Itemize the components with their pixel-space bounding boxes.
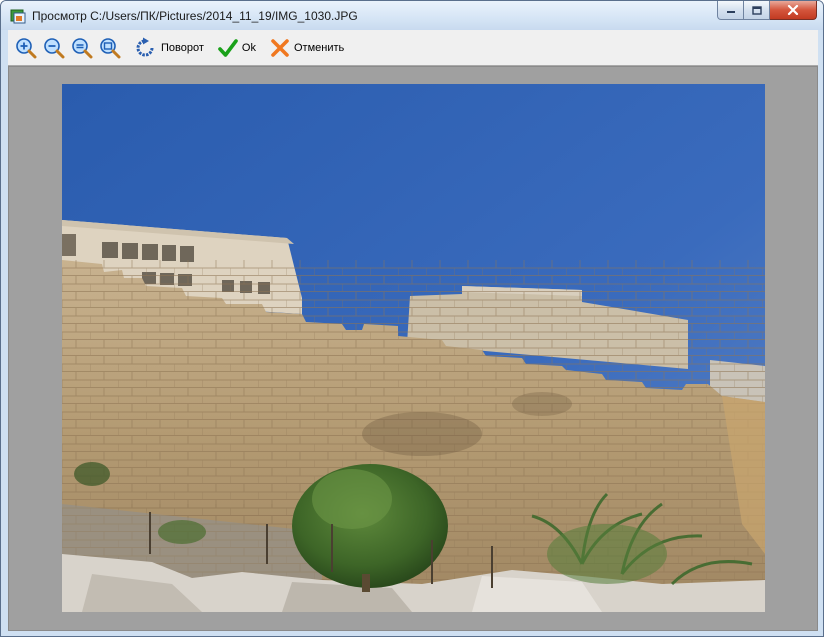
cancel-label: Отменить [293, 41, 345, 54]
checkmark-icon [218, 38, 238, 57]
close-button[interactable] [770, 1, 817, 20]
zoom-out-icon [44, 37, 65, 58]
cancel-button[interactable]: Отменить [267, 33, 347, 63]
title-bar[interactable]: Просмотр C:/Users/ПК/Pictures/2014_11_19… [1, 1, 823, 30]
rotate-icon [136, 37, 154, 56]
maximize-icon [751, 5, 762, 15]
image-viewport[interactable] [8, 66, 818, 631]
maximize-button[interactable] [744, 1, 770, 20]
zoom-in-button[interactable] [12, 33, 40, 63]
app-icon [10, 8, 26, 24]
zoom-actual-size-icon [100, 37, 121, 58]
window-title: Просмотр C:/Users/ПК/Pictures/2014_11_19… [32, 9, 358, 23]
zoom-actual-size-button[interactable] [96, 33, 124, 63]
cross-icon [271, 38, 289, 57]
close-icon [787, 5, 799, 15]
rotate-button[interactable]: Поворот [130, 33, 207, 63]
caption-buttons [717, 1, 817, 21]
zoom-in-icon [16, 37, 37, 58]
ok-button[interactable]: Ok [215, 33, 259, 63]
rotate-label: Поворот [161, 41, 204, 54]
zoom-fit-icon [72, 37, 93, 58]
minimize-icon [726, 11, 735, 13]
toolbar: Поворот Ok Отменить [8, 30, 818, 66]
viewer-window: Просмотр C:/Users/ПК/Pictures/2014_11_19… [0, 0, 824, 637]
preview-image [62, 84, 765, 612]
zoom-fit-button[interactable] [68, 33, 96, 63]
minimize-button[interactable] [717, 1, 744, 20]
ok-label: Ok [241, 41, 256, 54]
zoom-out-button[interactable] [40, 33, 68, 63]
